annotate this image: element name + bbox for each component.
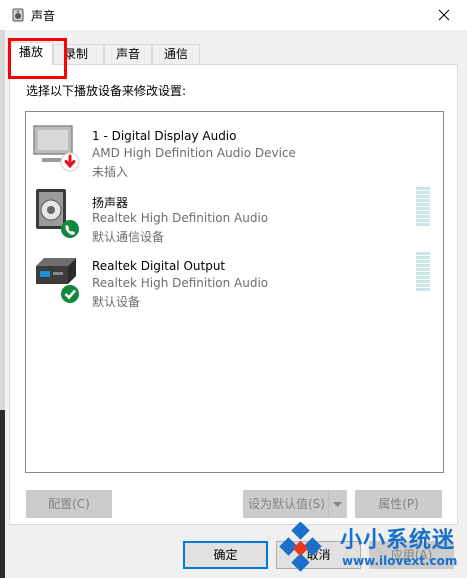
properties-button[interactable]: 属性(P) [355, 490, 442, 518]
set-default-dropdown[interactable] [328, 491, 346, 517]
device-status: 默认通信设备 [92, 230, 165, 244]
tab-sounds-label: 声音 [115, 47, 140, 61]
tab-sounds[interactable]: 声音 [104, 44, 152, 64]
volume-level-meter [416, 187, 430, 227]
chevron-down-icon [333, 502, 342, 507]
device-item-speakers[interactable]: 扬声器 Realtek High Definition Audio 默认通信设备 [26, 187, 443, 249]
device-description: Realtek High Definition Audio [92, 211, 269, 225]
instruction-text: 选择以下播放设备来修改设置: [26, 84, 187, 98]
device-status: 未插入 [92, 165, 129, 179]
tab-communications-label: 通信 [163, 47, 188, 61]
configure-button[interactable]: 配置(C) [26, 490, 112, 518]
set-default-button[interactable]: 设为默认值(S) [243, 490, 347, 518]
background-window-edge-light [0, 30, 5, 410]
device-status: 默认设备 [92, 295, 141, 309]
device-name: 扬声器 [92, 196, 129, 210]
device-description: AMD High Definition Audio Device [92, 146, 296, 160]
close-button[interactable] [421, 0, 467, 30]
device-description: Realtek High Definition Audio [92, 276, 269, 290]
device-name: Realtek Digital Output [92, 259, 226, 273]
device-item-digital-output[interactable]: Realtek Digital Output Realtek High Defi… [26, 252, 443, 314]
close-icon [438, 9, 450, 21]
window-title: 声音 [31, 9, 56, 23]
device-list[interactable]: 1 - Digital Display Audio AMD High Defin… [25, 111, 444, 473]
title-bar: 声音 [0, 0, 467, 30]
digital-output-icon [36, 258, 79, 303]
diamond-logo-icon [279, 522, 322, 572]
site-watermark: 小小系统迷 www.ilovext.com [276, 522, 467, 578]
speaker-icon [12, 8, 24, 22]
speaker-icon [36, 189, 79, 238]
tab-communications[interactable]: 通信 [152, 44, 200, 64]
set-default-label: 设为默认值(S) [248, 497, 325, 511]
tab-recording-label: 录制 [64, 47, 89, 61]
monitor-speaker-icon [33, 125, 80, 172]
watermark-url: www.ilovext.com [342, 554, 458, 568]
tab-highlight-annotation [8, 38, 67, 79]
sound-dialog: 声音 播放 录制 声音 通信 选择以下播放设备来修改设置: 1 - Digita… [0, 0, 467, 578]
watermark-title: 小小系统迷 [340, 528, 456, 553]
volume-level-meter [416, 252, 430, 292]
ok-button[interactable]: 确定 [183, 541, 268, 569]
device-item-digital-display-audio[interactable]: 1 - Digital Display Audio AMD High Defin… [26, 122, 443, 184]
playback-panel: 选择以下播放设备来修改设置: 1 - Digital Display Audio… [9, 64, 458, 525]
device-name: 1 - Digital Display Audio [92, 129, 237, 143]
